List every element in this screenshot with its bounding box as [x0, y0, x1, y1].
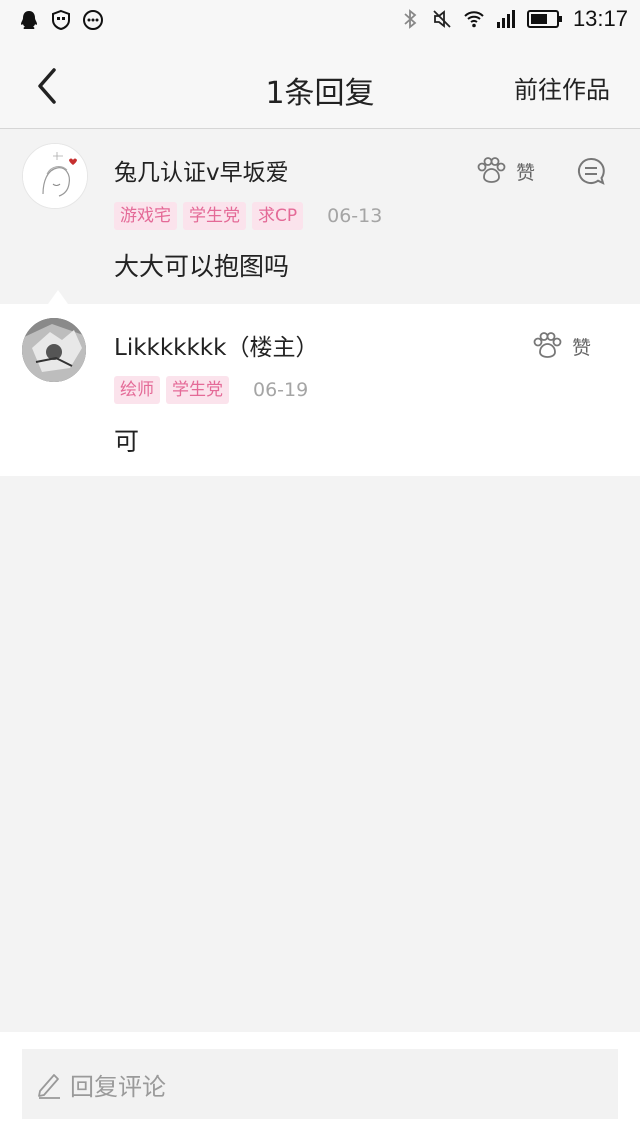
reply-pointer	[48, 290, 68, 304]
user-tag: 游戏宅	[114, 202, 177, 230]
user-tag: 求CP	[252, 202, 304, 230]
avatar-sketch-icon	[23, 144, 87, 208]
reply-comment-icon[interactable]	[576, 156, 606, 186]
comment-username[interactable]: 兔几认证v早坂爱	[114, 153, 289, 187]
bluetooth-icon	[404, 9, 417, 29]
avatar-artwork-icon	[22, 318, 86, 382]
avatar[interactable]	[22, 143, 88, 209]
status-time: 13:17	[572, 6, 628, 31]
wifi-icon	[464, 11, 484, 28]
comment-username[interactable]: Likkkkkkk（楼主）	[114, 328, 318, 362]
reply-bar: 回复评论	[0, 1032, 640, 1138]
user-tag: 学生党	[183, 202, 246, 230]
top-nav-bar: 1条回复 前往作品	[0, 42, 640, 129]
mute-icon	[433, 10, 451, 28]
reply-comment: Likkkkkkk（楼主） 绘师 学生党 06-19 可 赞	[0, 304, 640, 476]
user-tags: 绘师 学生党 06-19	[114, 376, 308, 404]
user-tags: 游戏宅 学生党 求CP 06-13	[114, 202, 382, 230]
user-tag: 绘师	[114, 376, 160, 404]
parent-comment: 兔几认证v早坂爱 游戏宅 学生党 求CP 06-13 大大可以抱图吗 赞	[0, 129, 640, 304]
comment-text: 可	[114, 427, 140, 456]
avatar[interactable]	[22, 318, 86, 382]
message-bubble-icon	[83, 10, 103, 30]
shield-icon	[52, 9, 70, 31]
qq-icon	[21, 11, 37, 29]
comment-date: 06-19	[253, 379, 309, 401]
paw-icon	[533, 332, 562, 358]
goto-artwork-button[interactable]: 前往作品	[514, 70, 610, 105]
pencil-icon	[38, 1074, 60, 1099]
like-button[interactable]: 赞	[476, 157, 535, 185]
battery-icon	[526, 10, 562, 28]
user-tag: 学生党	[166, 376, 229, 404]
reply-input[interactable]: 回复评论	[22, 1049, 618, 1119]
like-button[interactable]: 赞	[532, 332, 591, 360]
signal-icon	[496, 10, 515, 28]
paw-icon	[477, 157, 506, 183]
comment-text: 大大可以抱图吗	[114, 252, 290, 281]
comment-date: 06-13	[327, 205, 383, 227]
reply-placeholder: 回复评论	[70, 1072, 166, 1101]
like-label: 赞	[572, 336, 592, 359]
like-label: 赞	[516, 161, 536, 184]
status-bar: 13:17	[0, 0, 640, 42]
